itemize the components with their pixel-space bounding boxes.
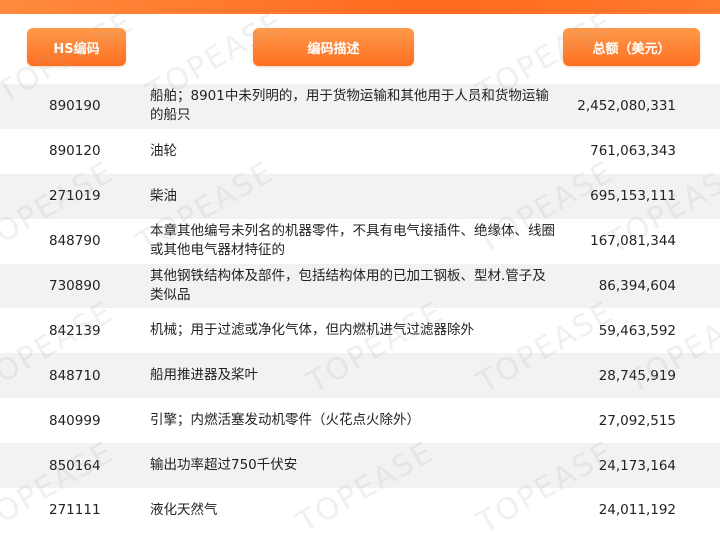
table-row: 840999 引擎；内燃活塞发动机零件（火花点火除外） 27,092,515	[0, 398, 720, 444]
table-row: 848790 本章其他编号未列名的机器零件，不具有电气接插件、绝缘体、线圈或其他…	[0, 218, 720, 264]
top-accent-bar	[0, 0, 720, 14]
description-cell: 输出功率超过750千伏安	[150, 457, 298, 474]
hs-code-cell: 271019	[49, 188, 101, 205]
total-usd-column-header: 总额（美元）	[563, 28, 700, 66]
hs-code-cell: 848790	[49, 233, 101, 250]
table-header: HS编码 编码描述 总额（美元）	[0, 14, 720, 84]
table-row: 848710 船用推进器及桨叶 28,745,919	[0, 353, 720, 399]
table-row: 271019 柴油 695,153,111	[0, 173, 720, 219]
table-row: 890120 油轮 761,063,343	[0, 128, 720, 174]
table-row: 271111 液化天然气 24,011,192	[0, 488, 720, 533]
hs-code-cell: 890190	[49, 98, 101, 115]
description-cell: 油轮	[150, 142, 177, 159]
hs-code-column-header: HS编码	[27, 28, 126, 66]
total-cell: 167,081,344	[590, 233, 676, 250]
hs-code-cell: 271111	[49, 502, 101, 519]
hs-code-cell: 842139	[49, 322, 101, 339]
total-cell: 695,153,111	[590, 188, 676, 205]
total-cell: 24,011,192	[598, 502, 676, 519]
total-cell: 86,394,604	[598, 278, 676, 294]
description-cell: 机械；用于过滤或净化气体，但内燃机进气过滤器除外	[150, 322, 474, 339]
table-row: 842139 机械；用于过滤或净化气体，但内燃机进气过滤器除外 59,463,5…	[0, 308, 720, 354]
total-cell: 28,745,919	[598, 367, 676, 384]
total-cell: 761,063,343	[590, 143, 676, 160]
hs-code-cell: 850164	[49, 457, 101, 474]
description-cell: 液化天然气	[150, 501, 218, 518]
description-cell: 船舶；8901中未列明的，用于货物运输和其他用于人员和货物运输的船只	[150, 88, 549, 124]
description-cell: 船用推进器及桨叶	[150, 367, 258, 384]
hs-code-cell: 848710	[49, 367, 101, 384]
description-cell: 本章其他编号未列名的机器零件，不具有电气接插件、绝缘体、线圈或其他电气器材特征的	[150, 223, 555, 259]
description-cell: 其他钢铁结构体及部件，包括结构体用的已加工钢板、型材.管子及类似品	[150, 268, 546, 303]
trade-table: 890190 船舶；8901中未列明的，用于货物运输和其他用于人员和货物运输的船…	[0, 84, 720, 533]
table-row: 730890 其他钢铁结构体及部件，包括结构体用的已加工钢板、型材.管子及类似品…	[0, 263, 720, 309]
total-cell: 27,092,515	[598, 412, 676, 429]
hs-code-cell: 730890	[49, 278, 101, 294]
description-cell: 引擎；内燃活塞发动机零件（火花点火除外）	[150, 412, 420, 429]
total-cell: 2,452,080,331	[577, 98, 676, 115]
hs-code-cell: 890120	[49, 143, 101, 160]
hs-code-cell: 840999	[49, 412, 101, 429]
table-row: 850164 输出功率超过750千伏安 24,173,164	[0, 443, 720, 489]
description-cell: 柴油	[150, 187, 177, 204]
total-cell: 24,173,164	[598, 457, 676, 474]
description-column-header: 编码描述	[253, 28, 414, 66]
total-cell: 59,463,592	[598, 322, 676, 339]
table-row: 890190 船舶；8901中未列明的，用于货物运输和其他用于人员和货物运输的船…	[0, 84, 720, 129]
